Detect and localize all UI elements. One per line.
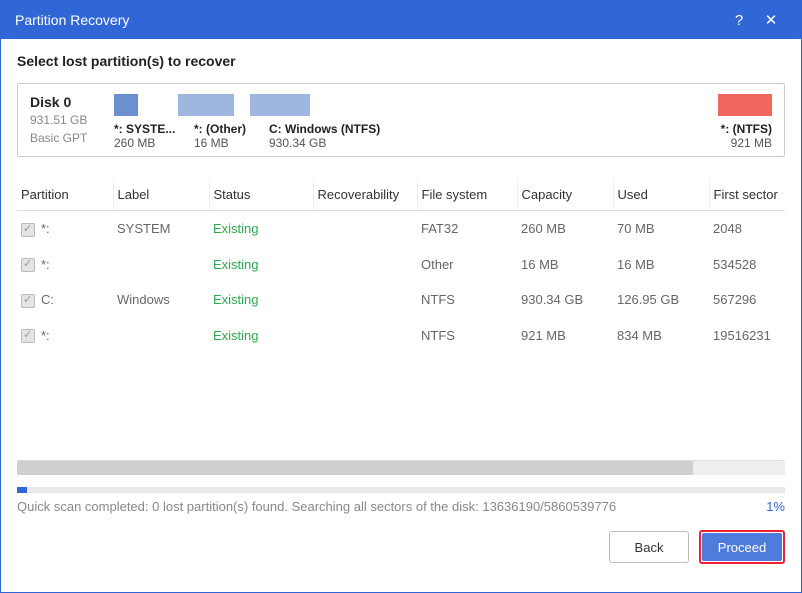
col-filesystem[interactable]: File system <box>417 179 517 211</box>
segment-label-other: *: (Other) 16 MB <box>194 122 269 150</box>
horizontal-scrollbar[interactable] <box>17 461 785 475</box>
cell-recoverability <box>313 282 417 318</box>
checkbox-icon[interactable] <box>21 329 35 343</box>
cell-first-sector: 2048 <box>709 211 785 247</box>
cell-label: SYSTEM <box>113 211 209 247</box>
cell-status: Existing <box>209 318 313 354</box>
cell-used: 126.95 GB <box>613 282 709 318</box>
window-title: Partition Recovery <box>15 12 723 28</box>
col-used[interactable]: Used <box>613 179 709 211</box>
table-row[interactable]: *: Existing NTFS921 MB834 MB19516231 <box>17 318 785 354</box>
segment-ntfs[interactable] <box>718 94 772 116</box>
cell-recoverability <box>313 211 417 247</box>
proceed-button[interactable]: Proceed <box>702 533 782 561</box>
cell-status: Existing <box>209 211 313 247</box>
cell-label <box>113 318 209 354</box>
col-partition[interactable]: Partition <box>17 179 113 211</box>
segment-label-system: *: SYSTE... 260 MB <box>114 122 194 150</box>
cell-status: Existing <box>209 247 313 283</box>
segment-spacer <box>310 94 718 116</box>
checkbox-icon[interactable] <box>21 223 35 237</box>
cell-capacity: 921 MB <box>517 318 613 354</box>
col-capacity[interactable]: Capacity <box>517 179 613 211</box>
footer: Back Proceed <box>1 514 801 580</box>
col-first-sector[interactable]: First sector <box>709 179 785 211</box>
segment-windows[interactable] <box>250 94 310 116</box>
cell-recoverability <box>313 247 417 283</box>
cell-partition: C: <box>17 282 113 318</box>
proceed-highlight: Proceed <box>699 530 785 564</box>
cell-status: Existing <box>209 282 313 318</box>
cell-capacity: 260 MB <box>517 211 613 247</box>
cell-first-sector: 19516231 <box>709 318 785 354</box>
col-recoverability[interactable]: Recoverability <box>313 179 417 211</box>
cell-used: 70 MB <box>613 211 709 247</box>
table-header-row: Partition Label Status Recoverability Fi… <box>17 179 785 211</box>
segment-other[interactable] <box>178 94 234 116</box>
disk-size: 931.51 GB <box>30 112 100 128</box>
cell-capacity: 16 MB <box>517 247 613 283</box>
cell-filesystem: NTFS <box>417 318 517 354</box>
cell-capacity: 930.34 GB <box>517 282 613 318</box>
table-row[interactable]: C:WindowsExisting NTFS930.34 GB126.95 GB5… <box>17 282 785 318</box>
status-text: Quick scan completed: 0 lost partition(s… <box>17 499 766 514</box>
cell-partition: *: <box>17 247 113 283</box>
disk-type: Basic GPT <box>30 130 100 146</box>
cell-partition: *: <box>17 318 113 354</box>
back-button[interactable]: Back <box>609 531 689 563</box>
disk-name: Disk 0 <box>30 94 100 110</box>
table-row[interactable]: *:SYSTEMExisting FAT32260 MB70 MB2048 <box>17 211 785 247</box>
titlebar: Partition Recovery ? ✕ <box>1 1 801 39</box>
col-label[interactable]: Label <box>113 179 209 211</box>
segment-label-ntfs: *: (NTFS) 921 MB <box>721 122 772 150</box>
scrollbar-thumb[interactable] <box>17 461 693 475</box>
close-icon[interactable]: ✕ <box>755 11 787 29</box>
table-row[interactable]: *:ExistingOther16 MB16 MB534528 <box>17 247 785 283</box>
checkbox-icon[interactable] <box>21 258 35 272</box>
disk-info: Disk 0 931.51 GB Basic GPT <box>30 94 100 146</box>
partition-table: Partition Label Status Recoverability Fi… <box>17 179 785 461</box>
cell-filesystem: NTFS <box>417 282 517 318</box>
segment-system[interactable] <box>114 94 138 116</box>
checkbox-icon[interactable] <box>21 294 35 308</box>
cell-first-sector: 567296 <box>709 282 785 318</box>
cell-used: 834 MB <box>613 318 709 354</box>
progress-fill <box>17 487 27 493</box>
help-icon[interactable]: ? <box>723 12 755 29</box>
cell-first-sector: 534528 <box>709 247 785 283</box>
cell-used: 16 MB <box>613 247 709 283</box>
cell-filesystem: Other <box>417 247 517 283</box>
cell-recoverability <box>313 318 417 354</box>
disk-usage-bar <box>114 94 772 116</box>
cell-filesystem: FAT32 <box>417 211 517 247</box>
progress-bar <box>17 487 785 493</box>
disk-panel: Disk 0 931.51 GB Basic GPT *: SYSTE... 2… <box>17 83 785 157</box>
cell-label: Windows <box>113 282 209 318</box>
col-status[interactable]: Status <box>209 179 313 211</box>
page-heading: Select lost partition(s) to recover <box>17 53 785 69</box>
cell-partition: *: <box>17 211 113 247</box>
segment-label-windows: C: Windows (NTFS) 930.34 GB <box>269 122 721 150</box>
progress-percent: 1% <box>766 499 785 514</box>
cell-label <box>113 247 209 283</box>
